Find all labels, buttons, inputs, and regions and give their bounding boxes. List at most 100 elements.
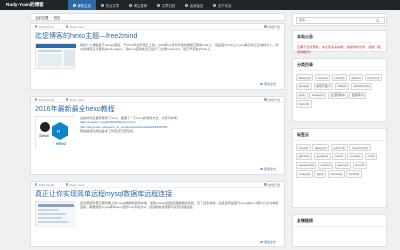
post-title[interactable]: 2016年最新最全hexo教程 — [31, 103, 284, 115]
tag-cloud-list: hexo(6) django(3) python(4) free2mind(2)… — [293, 141, 386, 181]
tag-link[interactable]: css(2) — [364, 152, 378, 160]
user-icon — [65, 25, 69, 28]
post-category-text: 前端开发 — [267, 24, 280, 29]
post-thumbnail[interactable]: GitHub H HEXO — [35, 116, 76, 151]
post-body: 最近想把阿里云服务器上的mysql数据库移到本地，使用navicat连接远程数据… — [31, 200, 284, 228]
category-tag[interactable]: git(3) — [296, 91, 308, 99]
post-thumbnail[interactable] — [35, 201, 76, 228]
message-icon — [185, 3, 189, 7]
search-icon[interactable] — [376, 18, 380, 23]
nav-item-label: 关于本站 — [217, 3, 232, 8]
category-tag[interactable]: Mysql(3) — [296, 82, 312, 90]
category-tag[interactable]: 生活随笔(4) — [328, 91, 348, 99]
category-tag[interactable]: Linux(5) — [331, 74, 348, 82]
mysql-screenshot-icon — [36, 202, 76, 228]
breadcrumb-label: 当前位置 — [35, 15, 49, 20]
nav-item-home[interactable]: 我的主页 — [68, 0, 97, 10]
nav-item-message[interactable]: 给我留言 — [180, 0, 208, 10]
post-category[interactable]: 前端开发 — [264, 183, 280, 187]
post-title[interactable]: 迄您博客的hexo主题—free2mind — [31, 30, 284, 42]
tag-link[interactable]: django(3) — [312, 144, 330, 152]
tag-link[interactable]: python(4) — [330, 144, 348, 152]
search-input[interactable] — [296, 16, 385, 24]
category-tag[interactable]: 数据库(3) — [349, 91, 367, 99]
tag-link[interactable]: html5(3) — [346, 170, 362, 178]
folder-icon — [264, 183, 267, 186]
category-tag[interactable]: Java(4) — [348, 74, 364, 82]
tag-link[interactable]: nodejs(2) — [296, 170, 313, 178]
post-excerpt: 我的个人博客基于django搭建，于2013年在阿里云上线。2015年12月份开… — [80, 43, 279, 52]
tag-link[interactable]: sae(3) — [332, 152, 346, 160]
category-tag[interactable]: Nginx(2) — [296, 100, 312, 108]
tag-link[interactable]: hexo(6) — [296, 144, 311, 152]
tag-link[interactable]: free2mind(2) — [349, 144, 371, 152]
post-category[interactable]: 前端开发 — [264, 98, 280, 102]
read-more-link[interactable]: 阅读全文 — [260, 82, 276, 86]
post-author-text: Rudy-Yuan — [69, 182, 85, 187]
read-more-link[interactable]: 阅读全文 — [260, 240, 276, 244]
nav-item-label: 文章归档 — [161, 3, 176, 8]
tag-link[interactable]: jquery(3) — [334, 161, 352, 169]
calendar-icon — [35, 183, 38, 186]
tag-link[interactable]: google(2) — [313, 152, 331, 160]
info-icon — [213, 3, 217, 7]
breadcrumb-separator: › — [50, 15, 52, 19]
svg-text:GitHub: GitHub — [39, 134, 49, 138]
post-body: GitHub H HEXO 这段时间文章转移到了hexo，整理了一下hexo的使… — [31, 115, 284, 151]
post-category-text: 前端开发 — [267, 97, 280, 102]
top-navbar: Rudy-Yuan的博客 我的主页 热点文章 博主推荐 文章归档 给我留言 关于… — [0, 0, 400, 10]
tag-link[interactable]: github(4) — [296, 152, 313, 160]
post-excerpt: 这段时间文章转移到了hexo，整理了一下hexo的使用方法，大家可参考。 htt… — [80, 116, 180, 150]
post-card: 2016-03-12 Rudy-Yuan 前端开发 迄您博客的hexo主题—fr… — [30, 23, 285, 90]
post-thumbnail[interactable] — [35, 43, 76, 69]
post-author[interactable]: Rudy-Yuan — [65, 25, 84, 29]
thumb-icon — [129, 3, 133, 7]
category-tag[interactable]: Hexo(6) — [315, 74, 331, 82]
tag-link[interactable]: linux(5) — [352, 161, 368, 169]
folder-icon — [264, 25, 267, 28]
breadcrumb-home-link[interactable]: 首页 — [54, 15, 61, 20]
nav-item-archive[interactable]: 文章归档 — [152, 0, 180, 10]
nav-item-label: 给我留言 — [189, 3, 204, 8]
post-excerpt: 最近想把阿里云服务器上的mysql数据库移到本地，使用navicat连接远程数据… — [80, 201, 279, 210]
read-more-label: 阅读全文 — [263, 82, 276, 86]
tag-link[interactable]: nginx(2) — [318, 161, 334, 169]
main-column: 当前位置 › 首页 — [30, 13, 285, 21]
categories-title: 分类目录 — [293, 59, 386, 71]
tag-link[interactable]: ubuntu(2) — [327, 170, 345, 178]
tag-link[interactable]: mysql(3) — [347, 152, 364, 160]
category-tag[interactable]: Python(3) — [364, 74, 383, 82]
category-tag[interactable]: Nodejs(2) — [309, 91, 327, 99]
read-more-label: 阅读全文 — [263, 240, 276, 244]
nav-item-hot[interactable]: 热点文章 — [96, 0, 124, 10]
read-more-link[interactable]: 阅读全文 — [260, 167, 276, 171]
category-tag[interactable]: JavaScript(5) — [350, 82, 373, 90]
categories-widget: 分类目录 Django(4) Hexo(6) Linux(5) Java(4) … — [292, 58, 387, 122]
notice-title: 本站公告 — [293, 31, 386, 43]
home-icon — [73, 3, 76, 7]
post-author[interactable]: Rudy-Yuan — [65, 182, 85, 187]
tag-cloud-title: 标签云 — [293, 129, 386, 141]
post-category[interactable]: 前端开发 — [264, 25, 280, 29]
nav-item-recommend[interactable]: 博主推荐 — [124, 0, 152, 10]
category-tag[interactable]: 前端开发(7) — [313, 82, 334, 90]
post-title[interactable]: 真正让你实现简单远程mysql数据库远程连接 — [31, 188, 284, 200]
post-card: 2016-03-06 Rudy-Yuan 前端开发 2016年最新最全hexo教… — [30, 96, 285, 175]
nav-item-label: 我的主页 — [77, 3, 92, 8]
post-category-text: 前端开发 — [267, 182, 280, 187]
tag-link[interactable]: javascript(5) — [296, 161, 317, 169]
site-brand[interactable]: Rudy-Yuan的博客 — [6, 2, 68, 8]
category-tag[interactable]: SAE(2) — [334, 82, 350, 90]
screenshot-thumbnail-icon — [36, 44, 76, 66]
svg-text:HEXO: HEXO — [56, 142, 66, 146]
friend-links-widget: 友情链接 — [292, 214, 387, 247]
category-tag[interactable]: Django(4) — [296, 74, 314, 82]
post-author[interactable]: Rudy-Yuan — [65, 98, 84, 102]
svg-text:H: H — [57, 129, 60, 134]
nav-item-about[interactable]: 关于本站 — [208, 0, 236, 10]
post-date-text: 2016-03-12 — [38, 24, 54, 29]
fire-icon — [101, 3, 105, 7]
categories-list: Django(4) Hexo(6) Linux(5) Java(4) Pytho… — [293, 71, 386, 111]
notice-text: 近期不定时更新，请大家多多指教。谢谢你的访问，感谢一路有你相伴！ — [297, 45, 381, 54]
tag-link[interactable]: git(3) — [314, 170, 327, 178]
